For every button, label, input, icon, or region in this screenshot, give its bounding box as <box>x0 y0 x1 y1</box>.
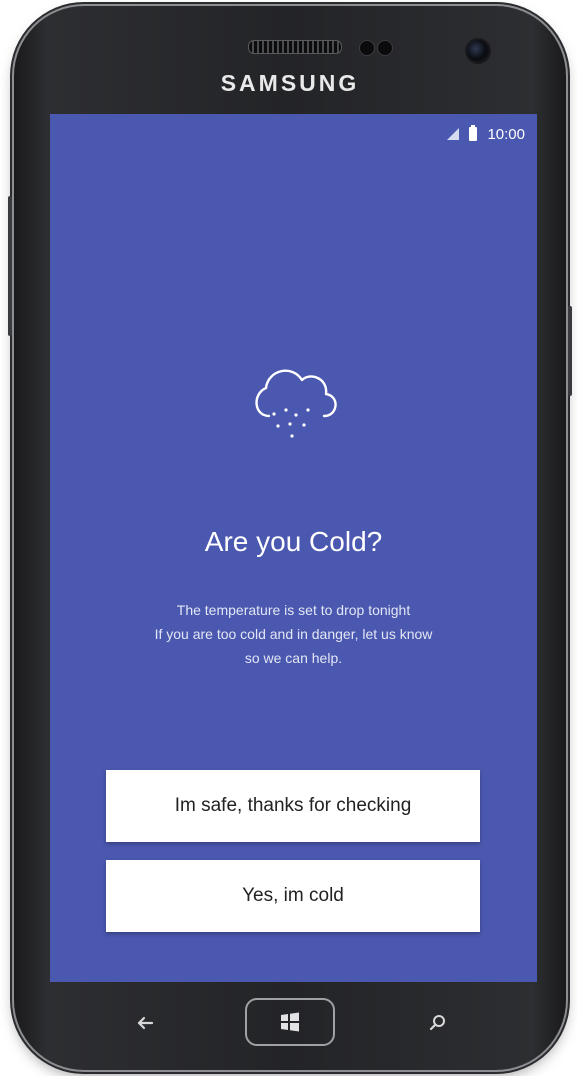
front-camera <box>465 38 491 64</box>
status-time: 10:00 <box>487 125 525 143</box>
battery-icon <box>469 125 478 141</box>
description-line: If you are too cold and in danger, let u… <box>154 626 433 642</box>
description-text: The temperature is set to drop tonight I… <box>50 598 537 670</box>
earpiece-speaker <box>248 40 342 54</box>
safe-button[interactable]: Im safe, thanks for checking <box>106 770 480 842</box>
power-button <box>568 306 572 396</box>
signal-icon <box>447 128 460 140</box>
search-icon[interactable] <box>426 1012 448 1034</box>
app-screen: 10:00 Are you Cold? The temperature is s… <box>50 114 537 982</box>
cloud-snow-icon <box>255 369 337 438</box>
cold-button[interactable]: Yes, im cold <box>106 860 480 932</box>
volume-button <box>8 196 12 336</box>
phone-frame: SAMSUNG 10:00 Are you Cold? The temperat… <box>8 6 572 1070</box>
brand-logo: SAMSUNG <box>220 70 360 96</box>
hardware-nav-bar <box>14 982 566 1070</box>
light-sensor <box>377 40 393 56</box>
description-line: so we can help. <box>244 650 343 666</box>
description-line: The temperature is set to drop tonight <box>176 602 411 618</box>
home-button[interactable] <box>245 998 335 1046</box>
page-title: Are you Cold? <box>204 526 383 557</box>
windows-icon <box>281 1012 299 1032</box>
proximity-sensor <box>359 40 375 56</box>
status-bar: 10:00 <box>447 124 525 144</box>
back-arrow-icon[interactable] <box>134 1012 156 1034</box>
